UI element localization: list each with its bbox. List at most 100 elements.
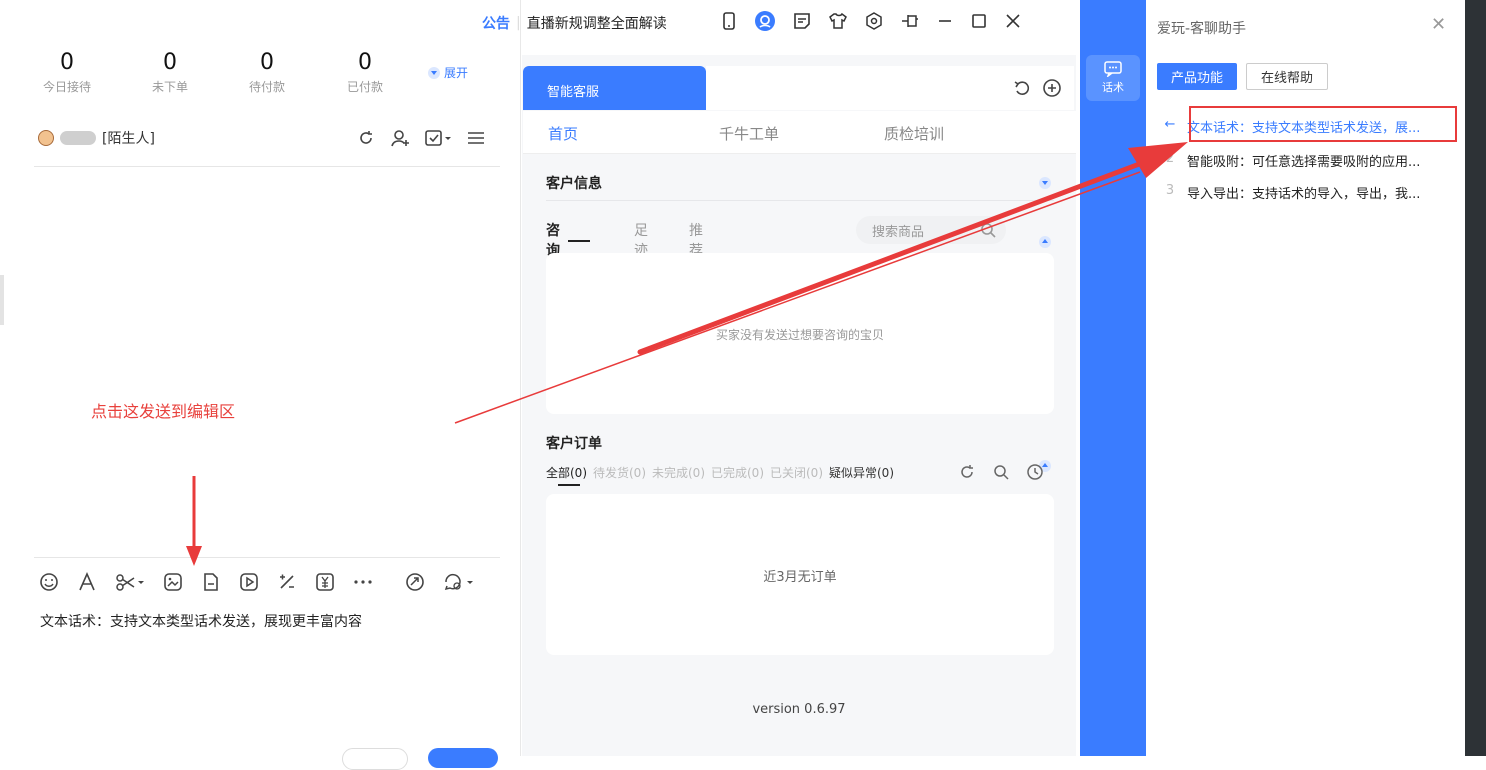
editor-divider (34, 557, 500, 558)
undo-icon[interactable] (1012, 78, 1032, 98)
message-editor[interactable]: 文本话术：支持文本类型话术发送，展现更丰富内容 (40, 611, 362, 631)
subnav-qc-training[interactable]: 质检培训 (884, 123, 944, 144)
refresh-icon[interactable] (356, 128, 376, 148)
video-icon[interactable] (238, 571, 260, 593)
expand-button[interactable]: 展开 (428, 64, 468, 81)
close-icon[interactable]: ✕ (1431, 14, 1446, 35)
tab-smart-service[interactable]: 智能客服 (523, 66, 706, 110)
file-icon[interactable] (200, 571, 222, 593)
empty-consult-text: 买家没有发送过想要咨询的宝贝 (715, 328, 884, 342)
script-item-text[interactable]: 导入导出：支持话术的导入，导出，我... (1187, 183, 1420, 202)
script-item-number: 3 (1165, 183, 1175, 198)
window-controls (720, 10, 1022, 32)
active-tab-underline (568, 240, 590, 242)
image-icon[interactable] (162, 571, 184, 593)
close-window-icon[interactable] (1004, 11, 1022, 31)
stat-value: 0 (358, 50, 372, 75)
shirt-icon[interactable] (828, 11, 848, 31)
search-icon[interactable] (992, 463, 1010, 481)
scripts-button[interactable]: 话术 (1086, 55, 1140, 101)
more-icon[interactable] (352, 571, 374, 593)
filter-incomplete[interactable]: 未完成(0) (652, 464, 705, 481)
scripts-button-label: 话术 (1102, 81, 1124, 94)
scissors-dropdown-icon[interactable] (114, 571, 146, 593)
left-edge-handle[interactable] (0, 275, 4, 325)
product-search-input[interactable]: 搜索商品 (856, 216, 1006, 244)
avatar[interactable] (38, 130, 54, 146)
arrow-left-icon[interactable]: ← (1163, 117, 1177, 136)
customer-header: [陌生人] (38, 128, 155, 148)
menu-icon[interactable] (466, 128, 486, 148)
settings-icon[interactable] (864, 11, 884, 31)
chat-bubble-icon (1104, 61, 1122, 77)
highlight-box (1189, 106, 1457, 142)
search-icon[interactable] (980, 222, 996, 238)
stat-value: 0 (260, 50, 274, 75)
search-placeholder: 搜索商品 (872, 224, 925, 240)
chevron-up-icon[interactable] (1039, 236, 1051, 248)
filter-to-ship[interactable]: 待发货(0) (593, 464, 646, 481)
add-tab-icon[interactable] (1042, 78, 1062, 98)
assistant-sidebar (1080, 0, 1146, 756)
online-help-button[interactable]: 在线帮助 (1246, 63, 1328, 90)
header-divider (34, 166, 500, 167)
editor-toolbar (38, 571, 474, 593)
active-filter-underline (558, 484, 580, 486)
filter-all[interactable]: 全部(0) (546, 464, 587, 481)
script-item-number: 2 (1165, 151, 1175, 166)
stat-paid[interactable]: 0 已付款 (320, 50, 410, 95)
stat-value: 0 (60, 50, 74, 75)
stat-label: 已付款 (346, 80, 383, 94)
refresh-icon[interactable] (958, 463, 976, 481)
consult-card: 买家没有发送过想要咨询的宝贝 (546, 253, 1054, 414)
empty-orders-text: 近3月无订单 (763, 570, 837, 585)
orders-card: 近3月无订单 (546, 494, 1054, 655)
version-label: version 0.6.97 (752, 702, 846, 717)
customer-name-redacted (60, 131, 96, 145)
note-icon[interactable] (792, 11, 812, 31)
send-chat-icon[interactable] (404, 571, 426, 593)
chevron-down-icon[interactable] (1039, 177, 1051, 189)
section-divider (546, 200, 1054, 201)
maximize-icon[interactable] (970, 11, 988, 31)
announcement-bar[interactable]: 公告 | 直播新规调整全面解读 (482, 13, 667, 33)
assistant-title: 爱玩-客聊助手 (1157, 21, 1247, 37)
history-icon[interactable] (1026, 463, 1044, 481)
sub-navigation: 首页 千牛工单 质检培训 (523, 111, 1076, 154)
script-item[interactable]: 2 智能吸附：可任意选择需要吸附的应用... (1163, 151, 1421, 170)
script-item[interactable]: 3 导入导出：支持话术的导入，导出，我... (1163, 183, 1421, 202)
stat-not-ordered[interactable]: 0 未下单 (125, 50, 215, 95)
product-features-button[interactable]: 产品功能 (1157, 63, 1237, 90)
assistant-logo-icon[interactable] (754, 10, 776, 32)
discount-icon[interactable] (276, 571, 298, 593)
filter-suspected-abnormal[interactable]: 疑似异常(0) (829, 464, 894, 481)
user-add-icon[interactable] (390, 128, 410, 148)
announcement-separator: | (516, 15, 521, 31)
filter-closed[interactable]: 已关闭(0) (770, 464, 823, 481)
annotation-note: 点击这发送到编辑区 (91, 402, 236, 421)
pin-icon[interactable] (900, 11, 920, 31)
announcement-text[interactable]: 直播新规调整全面解读 (527, 13, 667, 33)
order-filters: 全部(0) 待发货(0) 未完成(0) 已完成(0) 已关闭(0) 疑似异常(0… (546, 464, 894, 481)
tab-controls (1012, 78, 1062, 98)
font-icon[interactable] (76, 571, 98, 593)
script-item-text[interactable]: 智能吸附：可任意选择需要吸附的应用... (1187, 151, 1420, 170)
close-chat-button[interactable] (342, 748, 408, 770)
announcement-tag: 公告 (482, 16, 510, 32)
stat-pending-payment[interactable]: 0 待付款 (222, 50, 312, 95)
stat-today-received[interactable]: 0 今日接待 (22, 50, 112, 95)
minimize-icon[interactable] (936, 11, 954, 31)
chevron-down-icon (428, 66, 440, 79)
subnav-home[interactable]: 首页 (548, 123, 578, 144)
filter-completed[interactable]: 已完成(0) (711, 464, 764, 481)
emoji-icon[interactable] (38, 571, 60, 593)
coupon-icon[interactable] (314, 571, 336, 593)
stat-label: 未下单 (151, 80, 188, 94)
subnav-qianniu-ticket[interactable]: 千牛工单 (719, 123, 779, 144)
send-button[interactable] (428, 748, 498, 768)
order-tools (958, 463, 1044, 481)
background-window-edge (1465, 0, 1486, 756)
mobile-icon[interactable] (720, 11, 738, 31)
quick-reply-dropdown-icon[interactable] (442, 571, 474, 593)
checklist-dropdown-icon[interactable] (424, 128, 452, 148)
